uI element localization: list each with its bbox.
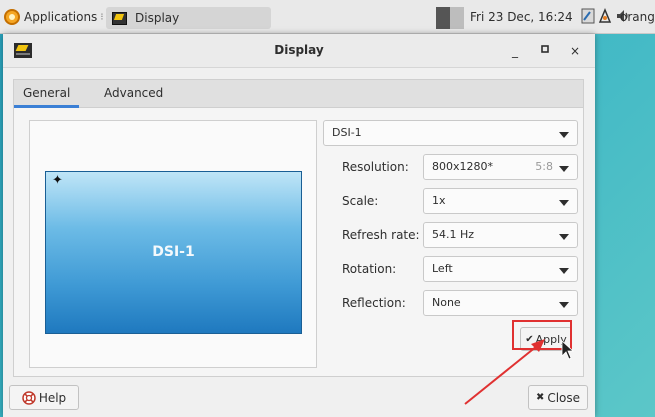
reflection-value: None [432,296,461,309]
workspace-switcher[interactable] [436,7,464,29]
applications-icon [4,9,20,25]
scale-dropdown[interactable]: 1x [423,188,578,214]
close-label: Close [547,390,581,405]
refresh-rate-dropdown[interactable]: 54.1 Hz [423,222,578,248]
help-lifebuoy-icon [22,390,36,405]
panel-separator: ⁝ [100,11,104,23]
chevron-down-icon [559,234,569,240]
rotation-dropdown[interactable]: Left [423,256,578,282]
rotation-label: Rotation: [342,262,397,276]
scale-label: Scale: [342,194,379,208]
help-button[interactable]: Help [9,385,79,410]
refresh-rate-label: Refresh rate: [342,228,420,242]
user-menu[interactable]: orange [620,10,655,24]
network-icon[interactable] [598,8,612,24]
taskbar-item-label: Display [135,11,180,25]
clock[interactable]: Fri 23 Dec, 16:24 [470,10,573,24]
tab-general[interactable]: General [14,80,80,108]
resolution-dropdown[interactable]: 800x1280* 5:8 [423,154,578,180]
annotation-highlight-box [512,320,572,350]
window-titlebar[interactable]: Display _ × [3,34,595,68]
taskbar-item-display[interactable]: Display [106,7,271,29]
monitor-dsi-1[interactable]: ✦ DSI-1 [45,171,302,334]
monitor-label: DSI-1 [152,244,195,260]
maximize-button[interactable] [535,41,555,61]
applications-label: Applications [24,10,98,24]
display-preview-area: ✦ DSI-1 [29,120,317,368]
settings-notebook: General Advanced ✦ DSI-1 DSI-1 Resolutio… [13,79,584,377]
reflection-label: Reflection: [342,296,406,310]
close-window-button[interactable]: × [565,41,585,61]
chevron-down-icon [559,302,569,308]
applications-menu-button[interactable]: Applications ⁝ [4,7,104,27]
rotation-value: Left [432,262,453,275]
aspect-ratio-hint: 5:8 [535,160,553,173]
display-selector[interactable]: DSI-1 [323,120,578,146]
notes-icon[interactable] [581,8,595,24]
display-selector-value: DSI-1 [332,126,362,139]
close-button[interactable]: ✖ Close [528,385,588,410]
chevron-down-icon [559,268,569,274]
help-label: Help [38,390,67,405]
chevron-down-icon [559,132,569,138]
tab-bar: General Advanced [13,79,584,108]
primary-display-marker-icon: ✦ [52,173,63,188]
scale-value: 1x [432,194,446,207]
chevron-down-icon [559,166,569,172]
display-app-icon [112,11,127,25]
close-icon: ✖ [535,392,545,403]
reflection-dropdown[interactable]: None [423,290,578,316]
top-panel: Applications ⁝ Display Fri 23 Dec, 16:24… [0,0,655,34]
maximize-icon [541,45,549,53]
minimize-button[interactable]: _ [505,41,525,61]
general-page: ✦ DSI-1 DSI-1 Resolution: 800x1280* 5:8 … [13,108,584,377]
workspace-1[interactable] [436,7,450,29]
chevron-down-icon [559,200,569,206]
tab-advanced[interactable]: Advanced [95,80,172,107]
refresh-rate-value: 54.1 Hz [432,228,475,241]
workspace-2[interactable] [450,7,464,29]
display-window: Display _ × General Advanced ✦ DSI-1 DSI… [3,34,595,417]
resolution-value: 800x1280* [432,160,493,173]
resolution-label: Resolution: [342,160,409,174]
